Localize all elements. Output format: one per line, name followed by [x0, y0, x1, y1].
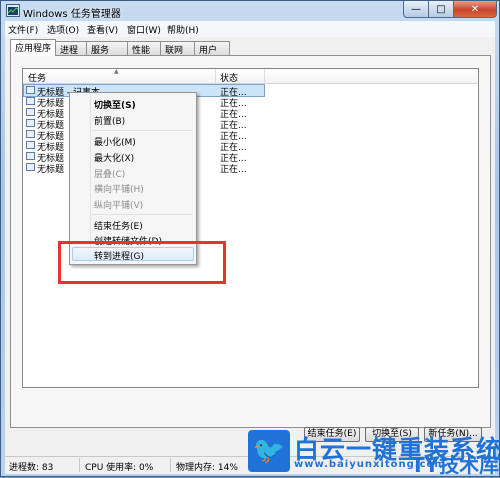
sort-ascending-icon: ▲ [114, 68, 119, 75]
tab-networking[interactable]: 联网 [160, 41, 195, 56]
close-icon: ✕ [470, 3, 480, 15]
window-icon [26, 141, 35, 149]
watermark-brand: TY技术库 [411, 453, 500, 477]
maximize-icon: □ [436, 3, 446, 15]
tab-performance[interactable]: 性能 [127, 41, 161, 56]
highlight-annotation-box [58, 241, 226, 284]
task-name: 无标题 [37, 165, 65, 175]
close-button[interactable]: ✕ [453, 1, 497, 18]
ctx-cascade[interactable]: 层叠(C) [94, 167, 125, 180]
ctx-tile-vertical[interactable]: 纵向平铺(V) [94, 198, 143, 211]
window-icon [26, 130, 35, 138]
tab-users[interactable]: 用户 [194, 41, 230, 56]
window-title: Windows 任务管理器 [23, 9, 121, 20]
title-bar[interactable]: Windows 任务管理器 — □ ✕ [1, 1, 499, 21]
status-divider [170, 458, 171, 472]
ctx-tile-horizontal[interactable]: 横向平铺(H) [94, 182, 144, 195]
watermark: 🐦 白云一键重装系统 www.baiyunxitong.com TY技术库 [246, 426, 500, 477]
menu-view[interactable]: 查看(V) [87, 23, 118, 36]
minimize-icon: — [411, 3, 421, 15]
menu-options[interactable]: 选项(O) [47, 23, 79, 36]
tab-applications[interactable]: 应用程序 [10, 39, 56, 56]
menu-gutter [90, 95, 91, 262]
minimize-button[interactable]: — [403, 1, 429, 18]
window-icon [26, 97, 35, 105]
menu-separator [92, 130, 192, 131]
column-divider[interactable] [215, 69, 216, 83]
menu-separator [92, 214, 192, 215]
ctx-maximize[interactable]: 最大化(X) [94, 151, 134, 164]
list-header: 任务 ▲ 状态 [23, 68, 478, 84]
maximize-button[interactable]: □ [428, 1, 454, 18]
ctx-end-task[interactable]: 结束任务(E) [94, 219, 143, 232]
ctx-bring-to-front[interactable]: 前置(B) [94, 114, 125, 127]
window-icon [26, 163, 35, 171]
status-processes: 进程数: 83 [9, 463, 54, 473]
tab-processes[interactable]: 进程 [55, 41, 87, 56]
column-header-status[interactable]: 状态 [220, 71, 238, 84]
column-divider[interactable] [264, 69, 265, 83]
status-memory: 物理内存: 14% [176, 463, 238, 473]
tab-services[interactable]: 服务 [86, 41, 128, 56]
status-divider [79, 458, 80, 472]
window-icon [26, 86, 35, 94]
task-status: 正在... [220, 165, 247, 175]
window-icon [26, 119, 35, 127]
bird-logo-icon: 🐦 [248, 430, 290, 472]
column-header-task[interactable]: 任务 [28, 71, 46, 84]
task-manager-icon [6, 4, 20, 17]
menu-help[interactable]: 帮助(H) [167, 23, 199, 36]
ctx-minimize[interactable]: 最小化(M) [94, 135, 136, 148]
context-menu: 切换至(S) 前置(B) 最小化(M) 最大化(X) 层叠(C) 横向平铺(H)… [69, 92, 197, 265]
menu-window[interactable]: 窗口(W) [127, 23, 161, 36]
status-cpu: CPU 使用率: 0% [85, 463, 154, 473]
ctx-switch-to[interactable]: 切换至(S) [94, 98, 136, 111]
menu-file[interactable]: 文件(F) [8, 23, 38, 36]
menu-bar: 文件(F) 选项(O) 查看(V) 窗口(W) 帮助(H) [5, 21, 495, 37]
window-icon [26, 108, 35, 116]
window-icon [26, 152, 35, 160]
